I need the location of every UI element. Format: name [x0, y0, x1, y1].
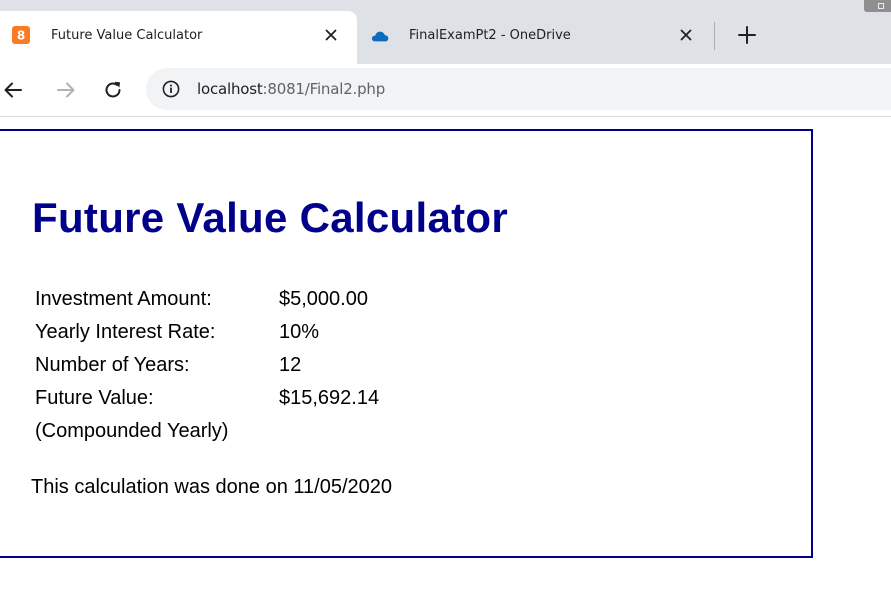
- result-label: Yearly Interest Rate:: [35, 321, 216, 343]
- result-value: $15,692.14: [279, 387, 380, 409]
- tab-future-value-calculator[interactable]: 8 Future Value Calculator: [0, 11, 357, 64]
- result-label: Number of Years:: [35, 354, 190, 376]
- close-tab-icon[interactable]: [677, 26, 695, 44]
- back-arrow-icon[interactable]: [2, 79, 24, 101]
- xampp-icon: 8: [12, 26, 30, 44]
- tab-divider: [714, 22, 715, 50]
- reload-icon[interactable]: [102, 79, 124, 101]
- result-value: 10%: [279, 321, 320, 343]
- tab-finalexampt2-onedrive[interactable]: FinalExamPt2 - OneDrive: [357, 11, 715, 64]
- url-path: :8081/Final2.php: [262, 80, 386, 98]
- close-tab-icon[interactable]: [322, 26, 340, 44]
- tab-title: FinalExamPt2 - OneDrive: [409, 28, 571, 43]
- onedrive-cloud-icon: [371, 31, 389, 42]
- tab-strip: 8 Future Value Calculator FinalExamPt2 -…: [0, 0, 891, 64]
- new-tab-icon[interactable]: [736, 24, 758, 46]
- result-label: Future Value:: [35, 387, 154, 409]
- compounding-note: (Compounded Yearly): [35, 420, 229, 442]
- tab-title: Future Value Calculator: [51, 28, 203, 43]
- result-value: 12: [279, 354, 302, 376]
- calculation-date-message: This calculation was done on 11/05/2020: [31, 476, 392, 498]
- url-host: localhost: [197, 80, 263, 98]
- result-value: $5,000.00: [279, 288, 368, 310]
- url-text[interactable]: localhost:8081/Final2.php: [197, 80, 385, 98]
- svg-text:8: 8: [17, 29, 25, 43]
- address-bar[interactable]: localhost:8081/Final2.php: [146, 68, 891, 110]
- window-restore-icon[interactable]: [864, 0, 891, 12]
- site-info-icon[interactable]: [162, 80, 180, 98]
- result-label: Investment Amount:: [35, 288, 212, 310]
- forward-arrow-icon[interactable]: [55, 79, 77, 101]
- page-title: Future Value Calculator: [32, 194, 509, 241]
